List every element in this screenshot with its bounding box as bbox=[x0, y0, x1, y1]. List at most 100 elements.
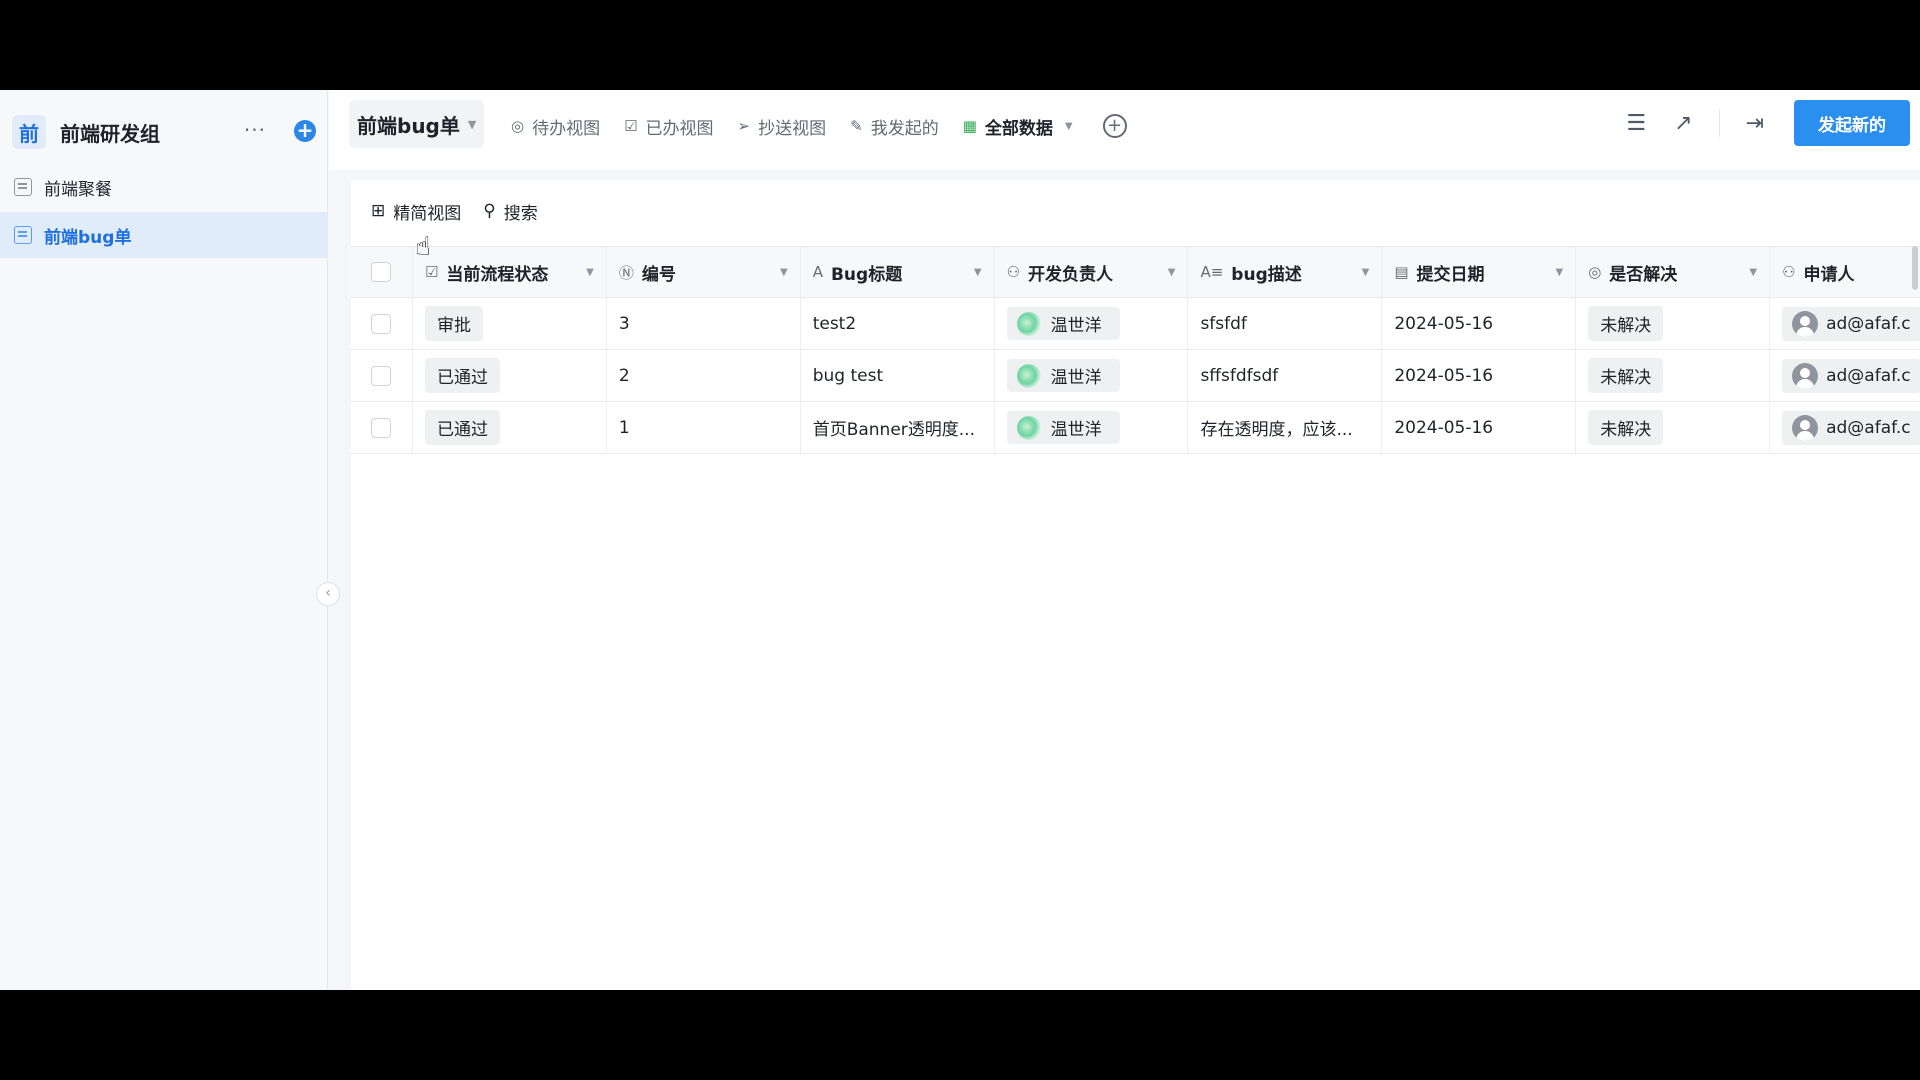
col-desc[interactable]: A≡ bug描述 ▼ bbox=[1188, 247, 1383, 297]
chevron-down-icon[interactable]: ▼ bbox=[780, 267, 788, 278]
select-all-checkbox[interactable] bbox=[371, 262, 392, 282]
status-tag: 审批 bbox=[424, 306, 483, 341]
grid-icon: ⊞ bbox=[371, 201, 386, 221]
check-circle-icon: ◎ bbox=[511, 117, 525, 135]
chevron-down-icon[interactable]: ▼ bbox=[1362, 267, 1370, 278]
view-tabs: ◎ 待办视图 ☑ 已办视图 ➢ 抄送视图 ✎ 我发起的 ▦ 全部数据 ▼ + bbox=[499, 106, 1127, 146]
column-label: 提交日期 bbox=[1416, 264, 1485, 285]
id-cell[interactable]: 3 bbox=[607, 298, 801, 349]
desc-cell[interactable]: sffsfdfsdf bbox=[1188, 350, 1383, 401]
row-checkbox[interactable] bbox=[371, 313, 392, 334]
tab-label: 待办视图 bbox=[532, 118, 601, 139]
exit-icon[interactable]: ⇥ bbox=[1746, 111, 1764, 136]
applicant-cell[interactable]: ad@afaf.c bbox=[1770, 402, 1920, 453]
desc-cell[interactable]: 存在透明度，应该... bbox=[1188, 402, 1383, 453]
table-row[interactable]: 已通过 2 bug test 温世洋 sffsfdfsdf 2024-05-16… bbox=[351, 350, 1920, 402]
add-view-icon[interactable]: + bbox=[1102, 114, 1127, 138]
applicant-cell[interactable]: ad@afaf.c bbox=[1770, 298, 1920, 349]
tab-initiated[interactable]: ✎ 我发起的 bbox=[838, 106, 951, 146]
resolved-tag: 未解决 bbox=[1588, 410, 1664, 445]
chevron-down-icon[interactable]: ▼ bbox=[586, 267, 594, 278]
column-label: 是否解决 bbox=[1609, 264, 1678, 285]
tab-done[interactable]: ☑ 已办视图 bbox=[612, 106, 725, 146]
row-checkbox[interactable] bbox=[371, 417, 392, 438]
avatar bbox=[1016, 415, 1041, 440]
col-title[interactable]: A Bug标题 ▼ bbox=[801, 247, 995, 297]
id-cell[interactable]: 2 bbox=[607, 350, 801, 401]
start-new-button[interactable]: 发起新的 bbox=[1794, 100, 1910, 146]
status-cell[interactable]: 审批 bbox=[413, 298, 607, 349]
form-icon bbox=[14, 226, 32, 244]
form-title-dropdown[interactable]: 前端bug单 ▼ bbox=[349, 100, 485, 148]
user-avatar-icon bbox=[1792, 310, 1819, 337]
add-form-icon[interactable]: + bbox=[294, 120, 316, 142]
chevron-down-icon[interactable]: ▼ bbox=[1168, 267, 1176, 278]
title-cell[interactable]: test2 bbox=[801, 298, 995, 349]
date-cell[interactable]: 2024-05-16 bbox=[1382, 402, 1577, 453]
owner-chip: 温世洋 bbox=[1006, 359, 1120, 392]
select-all-cell bbox=[351, 247, 413, 297]
status-cell[interactable]: 已通过 bbox=[413, 402, 607, 453]
col-status[interactable]: ☑ 当前流程状态 ▼ bbox=[413, 247, 607, 297]
hand-cursor-icon: ☝ bbox=[415, 232, 431, 262]
chevron-down-icon: ▼ bbox=[1064, 120, 1073, 132]
resolved-cell[interactable]: 未解决 bbox=[1576, 402, 1771, 453]
trend-icon[interactable]: ↗ bbox=[1674, 111, 1692, 136]
chevron-down-icon[interactable]: ▼ bbox=[1749, 267, 1757, 278]
more-icon[interactable]: ··· bbox=[244, 118, 266, 142]
multiline-text-icon: A≡ bbox=[1200, 263, 1224, 281]
calendar-icon: ▤ bbox=[1394, 263, 1409, 281]
search-button[interactable]: ⚲ 搜索 bbox=[483, 199, 537, 224]
desc-cell[interactable]: sfsfdf bbox=[1188, 298, 1383, 349]
resolved-tag: 未解决 bbox=[1588, 306, 1664, 341]
table-row[interactable]: 已通过 1 首页Banner透明度... 温世洋 存在透明度，应该... 202… bbox=[351, 402, 1920, 454]
col-applicant[interactable]: ⚇ 申请人 bbox=[1770, 247, 1920, 297]
group-avatar: 前 bbox=[12, 115, 46, 149]
list-icon[interactable]: ☰ bbox=[1626, 111, 1646, 136]
applicant-cell[interactable]: ad@afaf.c bbox=[1770, 350, 1920, 401]
person-icon: ⚇ bbox=[1006, 263, 1021, 281]
owner-cell[interactable]: 温世洋 bbox=[995, 402, 1189, 453]
table-toolbar: ⊞ 精简视图 ⚲ 搜索 bbox=[371, 196, 560, 226]
vertical-scrollbar[interactable] bbox=[1912, 246, 1918, 290]
title-cell[interactable]: bug test bbox=[801, 350, 995, 401]
col-resolved[interactable]: ◎ 是否解决 ▼ bbox=[1576, 247, 1771, 297]
collapse-sidebar-button[interactable]: ‹ bbox=[316, 582, 340, 606]
tab-cc[interactable]: ➢ 抄送视图 bbox=[726, 106, 839, 146]
sidebar-item-dinner[interactable]: 前端聚餐 bbox=[0, 164, 328, 210]
tab-label: 抄送视图 bbox=[758, 118, 827, 139]
applicant-chip: ad@afaf.c bbox=[1782, 410, 1920, 445]
chevron-down-icon[interactable]: ▼ bbox=[1556, 267, 1564, 278]
data-table: ☑ 当前流程状态 ▼ Ⓝ 编号 ▼ A Bug标题 ▼ ⚇ 开发负责人 ▼ A≡ bug描述 ▼ ▤… bbox=[351, 246, 1920, 454]
resolved-cell[interactable]: 未解决 bbox=[1576, 350, 1771, 401]
edit-doc-icon: ✎ bbox=[850, 117, 863, 135]
applicant-email: ad@afaf.c bbox=[1826, 417, 1911, 438]
tab-todo[interactable]: ◎ 待办视图 bbox=[499, 106, 612, 146]
owner-name: 温世洋 bbox=[1050, 368, 1102, 388]
title-cell[interactable]: 首页Banner透明度... bbox=[801, 402, 995, 453]
col-owner[interactable]: ⚇ 开发负责人 ▼ bbox=[995, 247, 1189, 297]
chevron-down-icon[interactable]: ▼ bbox=[974, 267, 982, 278]
date-cell[interactable]: 2024-05-16 bbox=[1382, 298, 1577, 349]
owner-cell[interactable]: 温世洋 bbox=[995, 298, 1189, 349]
view-mode-button[interactable]: ⊞ 精简视图 bbox=[371, 199, 461, 224]
row-checkbox[interactable] bbox=[371, 365, 392, 386]
resolved-cell[interactable]: 未解决 bbox=[1576, 298, 1771, 349]
status-cell[interactable]: 已通过 bbox=[413, 350, 607, 401]
applicant-email: ad@afaf.c bbox=[1826, 365, 1911, 386]
col-id[interactable]: Ⓝ 编号 ▼ bbox=[607, 247, 801, 297]
col-date[interactable]: ▤ 提交日期 ▼ bbox=[1382, 247, 1577, 297]
owner-cell[interactable]: 温世洋 bbox=[995, 350, 1189, 401]
sidebar: 前 前端研发组 ··· + 前端聚餐 前端bug单 ‹ bbox=[0, 90, 340, 990]
date-cell[interactable]: 2024-05-16 bbox=[1382, 350, 1577, 401]
tab-all-data[interactable]: ▦ 全部数据 ▼ bbox=[951, 106, 1085, 146]
table-row[interactable]: 审批 3 test2 温世洋 sfsfdf 2024-05-16 未解决 ad@… bbox=[351, 298, 1920, 350]
tab-label: 全部数据 bbox=[984, 118, 1053, 139]
app-window: 前 前端研发组 ··· + 前端聚餐 前端bug单 ‹ 前端bug单 ▼ ◎ 待… bbox=[0, 90, 1920, 990]
owner-name: 温世洋 bbox=[1050, 420, 1102, 440]
id-cell[interactable]: 1 bbox=[607, 402, 801, 453]
user-avatar-icon bbox=[1792, 414, 1819, 441]
owner-chip: 温世洋 bbox=[1006, 411, 1120, 444]
sidebar-item-bug-form[interactable]: 前端bug单 bbox=[0, 212, 328, 258]
text-field-icon: A bbox=[812, 263, 823, 281]
